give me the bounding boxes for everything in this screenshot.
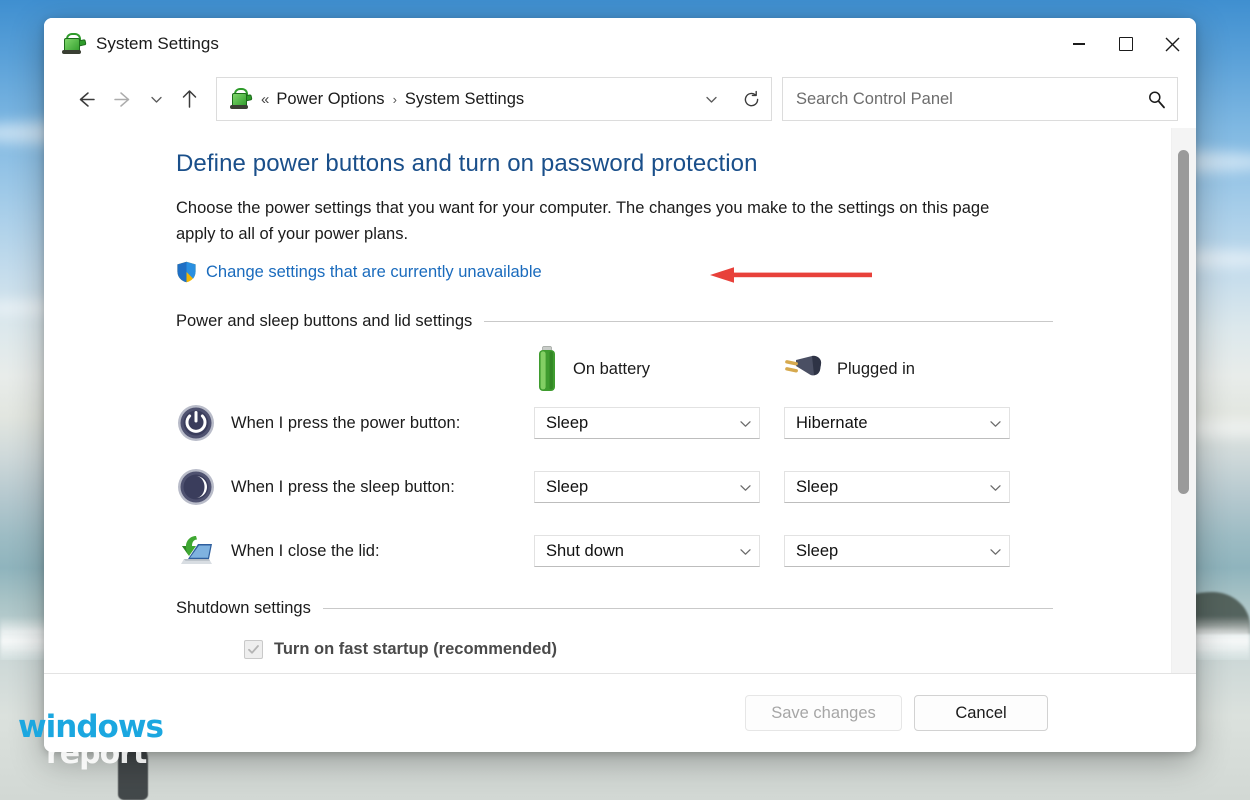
search-input[interactable]: [783, 88, 1135, 110]
page-description: Choose the power settings that you want …: [176, 199, 990, 243]
section-divider: [484, 321, 1053, 322]
fast-startup-row: Turn on fast startup (recommended): [244, 640, 1171, 659]
dropdown-value: Sleep: [796, 541, 839, 560]
setting-row-sleep-button: When I press the sleep button: Sleep Sle…: [176, 455, 1171, 519]
save-changes-button[interactable]: Save changes: [745, 695, 902, 731]
dialog-footer: Save changes Cancel: [44, 673, 1196, 752]
column-label: On battery: [573, 359, 651, 378]
setting-label: When I press the sleep button:: [231, 477, 455, 496]
setting-row-power-button: When I press the power button: Sleep Hib…: [176, 391, 1171, 455]
system-settings-window: System Settings « Power Options › System…: [44, 18, 1196, 752]
power-plug-icon: [785, 355, 822, 376]
section-header-power-sleep: Power and sleep buttons and lid settings: [176, 312, 1053, 331]
refresh-button[interactable]: [731, 79, 771, 119]
navigation-bar: « Power Options › System Settings: [44, 70, 1196, 128]
power-button-plugged-in-dropdown[interactable]: Hibernate: [784, 407, 1010, 439]
section-divider: [322, 608, 1053, 609]
setting-label: When I close the lid:: [231, 541, 380, 560]
forward-button[interactable]: [104, 80, 142, 118]
dropdown-value: Sleep: [546, 477, 589, 496]
column-headers: On battery Plugged in: [176, 346, 1171, 392]
uac-link-row: Change settings that are currently unava…: [176, 261, 1171, 283]
chevron-down-icon: [981, 473, 1009, 501]
maximize-button[interactable]: [1102, 18, 1149, 70]
setting-row-close-lid: When I close the lid: Shut down Sleep: [176, 519, 1171, 583]
window-title: System Settings: [96, 34, 219, 53]
close-lid-plugged-in-dropdown[interactable]: Sleep: [784, 535, 1010, 567]
power-button-on-battery-dropdown[interactable]: Sleep: [534, 407, 760, 439]
change-settings-link[interactable]: Change settings that are currently unava…: [206, 263, 542, 282]
laptop-lid-icon: [176, 531, 216, 571]
watermark: windows report: [18, 712, 164, 771]
address-bar[interactable]: « Power Options › System Settings: [216, 77, 772, 121]
up-button[interactable]: [170, 80, 208, 118]
chevron-down-icon: [150, 96, 162, 103]
sleep-button-on-battery-dropdown[interactable]: Sleep: [534, 471, 760, 503]
column-plugged-in: Plugged in: [782, 354, 1030, 384]
minimize-button[interactable]: [1055, 18, 1102, 70]
chevron-down-icon: [731, 409, 759, 437]
breadcrumb-item-system-settings[interactable]: System Settings: [400, 86, 529, 113]
fast-startup-label: Turn on fast startup (recommended): [274, 640, 557, 658]
column-label: Plugged in: [837, 359, 915, 378]
power-options-icon: [229, 88, 253, 110]
forward-arrow-icon: [113, 91, 129, 107]
back-arrow-icon: [79, 91, 95, 107]
sleep-button-icon: [176, 467, 216, 507]
power-options-icon: [61, 32, 87, 56]
close-button[interactable]: [1149, 18, 1196, 70]
dropdown-value: Sleep: [546, 413, 589, 432]
sleep-button-plugged-in-dropdown[interactable]: Sleep: [784, 471, 1010, 503]
breadcrumb: « Power Options › System Settings: [261, 86, 691, 113]
breadcrumb-item-power-options[interactable]: Power Options: [271, 86, 389, 113]
back-button[interactable]: [66, 80, 104, 118]
section-title: Shutdown settings: [176, 599, 311, 617]
battery-icon: [539, 346, 555, 391]
cancel-button[interactable]: Cancel: [914, 695, 1048, 731]
breadcrumb-overflow[interactable]: «: [261, 91, 271, 108]
search-icon: [1148, 90, 1165, 108]
content-area: Define power buttons and turn on passwor…: [44, 128, 1196, 673]
breadcrumb-separator: ›: [392, 91, 397, 107]
checkmark-icon: [248, 645, 259, 654]
window-controls: [1055, 18, 1196, 70]
refresh-icon: [744, 90, 758, 106]
dropdown-value: Hibernate: [796, 413, 868, 432]
recent-locations-button[interactable]: [142, 80, 170, 118]
up-arrow-icon: [182, 89, 196, 108]
red-left-arrow-annotation: [710, 267, 872, 283]
vertical-scrollbar[interactable]: [1171, 128, 1196, 673]
minimize-icon: [1072, 43, 1085, 45]
chevron-down-icon: [731, 537, 759, 565]
search-button[interactable]: [1135, 79, 1177, 119]
close-icon: [1165, 37, 1180, 51]
dropdown-value: Sleep: [796, 477, 839, 496]
scrollbar-thumb[interactable]: [1178, 150, 1189, 494]
maximize-icon: [1118, 37, 1133, 51]
section-title: Power and sleep buttons and lid settings: [176, 312, 473, 330]
power-button-icon: [176, 403, 216, 443]
chevron-down-icon: [705, 96, 717, 103]
chevron-down-icon: [981, 537, 1009, 565]
address-dropdown-button[interactable]: [691, 79, 731, 119]
page-title: Define power buttons and turn on passwor…: [176, 150, 758, 177]
column-on-battery: On battery: [534, 346, 782, 392]
chevron-down-icon: [981, 409, 1009, 437]
watermark-line-2: report: [46, 736, 147, 771]
settings-content: Define power buttons and turn on passwor…: [44, 128, 1171, 673]
fast-startup-checkbox[interactable]: [244, 640, 263, 659]
chevron-down-icon: [731, 473, 759, 501]
search-box[interactable]: [782, 77, 1178, 121]
dropdown-value: Shut down: [546, 541, 624, 560]
section-header-shutdown: Shutdown settings: [176, 599, 1053, 618]
close-lid-on-battery-dropdown[interactable]: Shut down: [534, 535, 760, 567]
setting-label: When I press the power button:: [231, 413, 461, 432]
title-bar: System Settings: [44, 18, 1196, 70]
shield-icon: [177, 261, 196, 283]
